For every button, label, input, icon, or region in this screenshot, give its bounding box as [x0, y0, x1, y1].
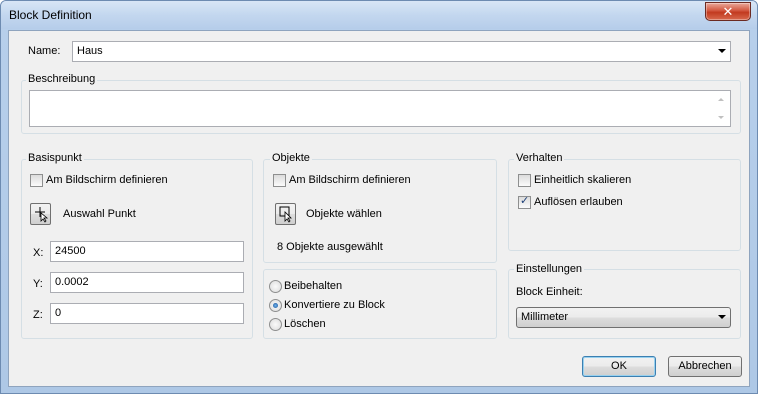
chevron-down-icon	[718, 315, 726, 319]
allow-explode-checkbox[interactable]	[518, 194, 531, 209]
title-bar[interactable]: Block Definition ✕	[1, 1, 757, 29]
objects-group-label: Objekte	[270, 152, 312, 164]
dialog-client-area: Name: Haus Beschreibung Basispunkt Am Bi…	[8, 30, 750, 387]
name-combobox[interactable]: Haus	[72, 41, 731, 62]
block-unit-label: Block Einheit:	[516, 286, 583, 298]
z-value: 0	[55, 307, 62, 319]
description-textarea[interactable]	[29, 90, 731, 127]
basepoint-on-screen-label: Am Bildschirm definieren	[46, 174, 168, 186]
ok-button[interactable]: OK	[582, 356, 656, 377]
description-scrollbar[interactable]	[714, 92, 729, 125]
radio-retain-label: Beibehalten	[284, 280, 343, 292]
pick-point-icon	[35, 207, 49, 223]
select-objects-label: Objekte wählen	[306, 208, 382, 220]
y-value: 0.0002	[55, 276, 89, 288]
radio-retain[interactable]	[269, 280, 282, 293]
behavior-group-label: Verhalten	[514, 152, 565, 164]
x-coordinate-input[interactable]: 24500	[50, 241, 244, 262]
objects-on-screen-checkbox[interactable]	[273, 174, 286, 187]
objects-count-text: 8 Objekte ausgewählt	[277, 241, 383, 253]
settings-group-label: Einstellungen	[514, 263, 585, 275]
close-button[interactable]: ✕	[705, 2, 751, 21]
scroll-up-icon[interactable]	[718, 98, 724, 101]
z-label: Z:	[33, 309, 43, 321]
x-label: X:	[33, 247, 44, 259]
radio-convert-to-block[interactable]	[269, 299, 282, 312]
basepoint-group-label: Basispunkt	[26, 152, 84, 164]
name-label: Name:	[28, 45, 61, 57]
name-value: Haus	[77, 45, 103, 57]
select-objects-icon	[279, 206, 292, 223]
radio-delete-label: Löschen	[284, 318, 326, 330]
x-value: 24500	[55, 245, 86, 257]
cancel-button[interactable]: Abbrechen	[668, 356, 742, 377]
y-label: Y:	[33, 278, 43, 290]
allow-explode-label: Auflösen erlauben	[534, 196, 623, 208]
uniform-scale-label: Einheitlich skalieren	[534, 174, 632, 186]
settings-group	[508, 269, 741, 339]
dialog-window: Block Definition ✕ Name: Haus Beschreibu…	[0, 0, 758, 394]
close-icon: ✕	[722, 4, 734, 19]
basepoint-on-screen-checkbox[interactable]	[30, 174, 43, 187]
select-objects-button[interactable]	[275, 203, 296, 225]
block-unit-dropdown[interactable]: Millimeter	[516, 307, 731, 328]
chevron-down-icon	[718, 49, 726, 53]
radio-convert-to-block-label: Konvertiere zu Block	[284, 299, 385, 311]
pick-point-button[interactable]	[30, 203, 51, 225]
block-unit-value: Millimeter	[521, 311, 569, 323]
uniform-scale-checkbox[interactable]	[518, 174, 531, 187]
z-coordinate-input[interactable]: 0	[50, 303, 244, 324]
objects-on-screen-label: Am Bildschirm definieren	[289, 174, 411, 186]
window-title: Block Definition	[9, 8, 92, 22]
radio-delete[interactable]	[269, 318, 282, 331]
scroll-down-icon[interactable]	[718, 116, 724, 119]
description-group-label: Beschreibung	[26, 73, 98, 85]
y-coordinate-input[interactable]: 0.0002	[50, 272, 244, 293]
pick-point-label: Auswahl Punkt	[63, 208, 136, 220]
